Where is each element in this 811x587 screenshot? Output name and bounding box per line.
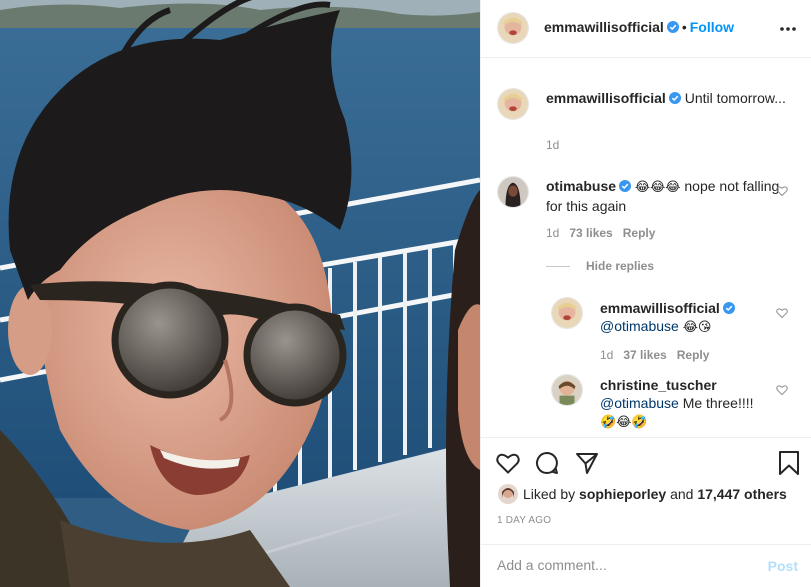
author-avatar[interactable] — [497, 12, 529, 44]
comment-icon[interactable] — [534, 450, 560, 476]
liker-avatar[interactable] — [498, 484, 518, 504]
liked-by-prefix: Liked by — [523, 486, 576, 502]
reply-time[interactable]: 1d — [600, 348, 613, 362]
reply-text-block: christine_tuscher @otimabuse Me three!!!… — [600, 376, 780, 432]
reply-text: Me three!!!! — [682, 395, 754, 411]
author-username[interactable]: emmawillisofficial — [544, 19, 664, 35]
verified-badge-icon — [666, 21, 679, 33]
comment-text-block: otimabuse 😂😂😂 nope not falling for this … — [546, 177, 786, 215]
bookmark-icon[interactable] — [776, 450, 802, 476]
comment-meta: 1d 73 likes Reply — [546, 226, 655, 240]
reply-like-heart-icon[interactable] — [776, 307, 788, 319]
liked-by-line: Liked by sophieporley and 17,447 others — [498, 484, 787, 504]
follow-button[interactable]: Follow — [690, 19, 734, 35]
selfie-image — [0, 0, 480, 587]
caption-username[interactable]: emmawillisofficial — [546, 90, 666, 106]
verified-badge-icon — [619, 180, 632, 192]
comment-emoji: 😂😂😂 — [634, 180, 681, 195]
post-comment-button[interactable]: Post — [768, 558, 798, 574]
hide-replies-line — [546, 266, 570, 268]
post-photo[interactable] — [0, 0, 480, 587]
commenter-avatar[interactable] — [497, 176, 529, 208]
share-icon[interactable] — [574, 450, 600, 476]
heart-icon[interactable] — [495, 450, 521, 476]
liked-by-and: and — [670, 486, 694, 502]
reply-mention-link[interactable]: @otimabuse — [600, 395, 679, 411]
liked-by-count[interactable]: 17,447 others — [697, 486, 787, 502]
comment-reply-button[interactable]: Reply — [623, 226, 656, 240]
hide-replies-button[interactable]: Hide replies — [546, 259, 654, 273]
reply-emoji: 🤣😂🤣 — [600, 415, 648, 430]
reply-username[interactable]: emmawillisofficial — [600, 300, 720, 316]
comment-like-heart-icon[interactable] — [776, 185, 788, 197]
reply-emoji: 😂😘 — [682, 320, 712, 335]
post-date[interactable]: 1 DAY AGO — [497, 515, 551, 526]
verified-badge-icon — [668, 92, 681, 104]
header-separator: • — [681, 19, 687, 35]
caption-time[interactable]: 1d — [546, 138, 559, 152]
hide-replies-label: Hide replies — [586, 259, 655, 273]
comment-time[interactable]: 1d — [546, 226, 559, 240]
comment-likes[interactable]: 73 likes — [569, 226, 612, 240]
reply-avatar[interactable] — [551, 297, 583, 329]
header-line: emmawillisofficial • Follow — [544, 19, 734, 35]
reply-mention-link[interactable]: @otimabuse — [600, 318, 679, 334]
reply-likes[interactable]: 37 likes — [623, 348, 666, 362]
more-horizontal-icon[interactable] — [778, 19, 798, 39]
post-header: emmawillisofficial • Follow — [481, 0, 811, 58]
reply-username[interactable]: christine_tuscher — [600, 377, 717, 393]
reply-like-heart-icon[interactable] — [776, 384, 788, 396]
caption-text: Until tomorrow... — [684, 90, 786, 106]
verified-badge-icon — [722, 302, 735, 314]
reply-reply-button[interactable]: Reply — [677, 348, 710, 362]
comment-box: Post — [481, 544, 811, 587]
comment-input[interactable] — [497, 557, 747, 573]
liked-by-user[interactable]: sophieporley — [579, 486, 666, 502]
caption-text-block: emmawillisofficial Until tomorrow... — [546, 89, 786, 107]
comment-username[interactable]: otimabuse — [546, 178, 616, 194]
caption-avatar[interactable] — [497, 88, 529, 120]
instagram-post: emmawillisofficial • Follow emmawillisoffi… — [0, 0, 811, 587]
post-side-panel: emmawillisofficial • Follow emmawillisoffi… — [480, 0, 811, 587]
reply-avatar[interactable] — [551, 374, 583, 406]
reply-text-block: emmawillisofficial @otimabuse 😂😘 — [600, 299, 780, 337]
reply-meta: 1d 37 likes Reply — [600, 348, 709, 362]
